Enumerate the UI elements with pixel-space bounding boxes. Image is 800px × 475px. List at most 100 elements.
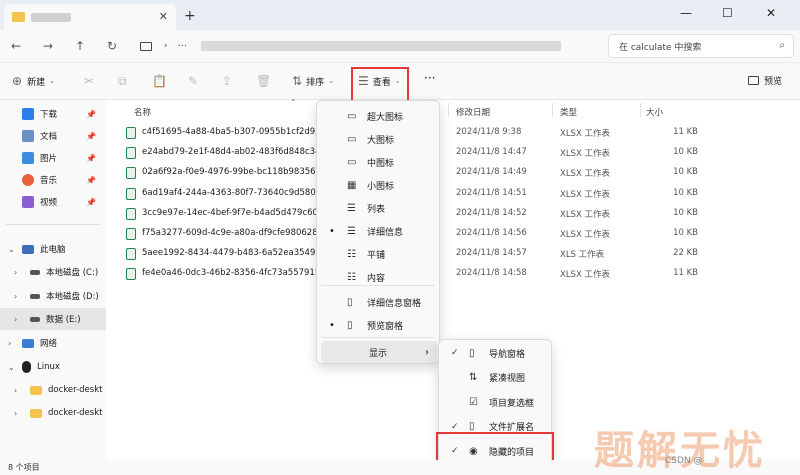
menu-item-show-0[interactable]: ✓ ▯ 导航窗格 [439,342,551,364]
sidebar-item-docker-2[interactable]: › docker-deskt [0,402,106,424]
close-window-icon[interactable]: ✕ [766,6,776,20]
folder-icon [12,12,25,22]
column-header-modified[interactable]: 修改日期 [456,106,490,118]
preview-button[interactable]: 预览 [748,74,782,87]
table-row[interactable]: 5aee1992-8434-4479-b483-6a52ea354911_ 202… [106,244,800,264]
menu-item-view-0[interactable]: ▭ 超大图标 [317,105,439,127]
sidebar-item-network[interactable]: › 网络 [0,332,106,354]
column-divider[interactable] [552,103,553,117]
chevron-right-icon[interactable]: › [14,386,17,395]
sidebar-item-videos[interactable]: 视频 📌 [0,191,106,213]
new-tab-button[interactable]: + [184,8,196,24]
sidebar-item-this-pc[interactable]: ⌄ 此电脑 [0,238,106,260]
table-row[interactable]: 02a6f92a-f0e9-4976-99be-bc118b98356e_ 202… [106,163,800,183]
sidebar-item-linux[interactable]: ⌄ Linux [0,356,106,378]
sidebar-item-music[interactable]: 音乐 📌 [0,169,106,191]
pin-icon[interactable]: 📌 [86,154,96,163]
forward-icon[interactable]: → [32,39,64,53]
rename-icon[interactable]: ✎ [188,74,198,88]
chevron-right-icon[interactable]: › [14,409,17,418]
excel-file-icon [126,268,136,281]
column-header-size[interactable]: 大小 [646,106,663,118]
table-row[interactable]: 3cc9e97e-14ec-4bef-9f7e-b4ad5d479c60_ 202… [106,204,800,224]
file-date: 2024/11/8 14:49 [456,167,527,178]
paste-icon[interactable]: 📋 [152,74,167,88]
refresh-icon[interactable]: ↻ [96,39,128,53]
table-row[interactable]: 6ad19af4-244a-4363-80f7-73640c9d580c_ 202… [106,184,800,204]
menu-item-view-2[interactable]: ▭ 中图标 [317,151,439,173]
tab-current[interactable]: ✕ [4,4,176,30]
pin-icon[interactable]: 📌 [86,176,96,185]
pin-icon[interactable]: 📌 [86,198,96,207]
pin-icon[interactable]: 📌 [86,110,96,119]
column-divider[interactable] [640,103,641,117]
preview-label: 预览 [764,77,783,87]
linux-penguin-icon [22,361,31,373]
menu-item-label: 预览窗格 [367,321,404,332]
sidebar-divider [6,224,100,225]
sidebar-item-drive-c[interactable]: › 本地磁盘 (C:) [0,261,106,283]
breadcrumb-chevron-icon: › [164,41,168,51]
maximize-icon[interactable]: ☐ [722,6,733,20]
chevron-right-icon[interactable]: › [14,315,17,324]
delete-icon[interactable]: 🗑 [256,74,271,88]
menu-item-label: 大图标 [367,135,395,146]
column-divider[interactable] [448,103,449,117]
more-options-button[interactable]: ··· [424,71,435,85]
menu-item-pane-1[interactable]: • ▯ 预览窗格 [317,314,439,336]
sidebar-item-drive-d[interactable]: › 本地磁盘 (D:) [0,285,106,307]
table-row[interactable]: f75a3277-609d-4c9e-a80a-df9cfe980628_ 202… [106,224,800,244]
menu-item-view-1[interactable]: ▭ 大图标 [317,128,439,150]
back-icon[interactable]: ← [0,39,32,53]
menu-item-view-5[interactable]: • ☰ 详细信息 [317,220,439,242]
file-date: 2024/11/8 9:38 [456,127,522,137]
up-icon[interactable]: ↑ [64,39,96,53]
cut-icon[interactable]: ✂ [84,74,94,88]
view-mode-icon: ☷ [347,248,356,260]
menu-item-show[interactable]: 显示 › [321,341,437,363]
file-size: 10 KB [673,167,698,178]
chevron-right-icon[interactable]: › [8,339,11,348]
address-field[interactable]: › ··· [140,35,600,57]
chevron-right-icon[interactable]: › [14,268,17,277]
table-row[interactable]: fe4e0a46-0dc3-46b2-8356-4fc73a557915_ 202… [106,264,800,284]
column-header-type[interactable]: 类型 [560,106,577,118]
table-row[interactable]: e24abd79-2e1f-48d4-ab02-483f6d848c34_ 202… [106,143,800,163]
menu-item-view-3[interactable]: ▦ 小图标 [317,174,439,196]
chevron-right-icon[interactable]: › [14,292,17,301]
minimize-icon[interactable]: — [680,6,692,20]
menu-item-show-2[interactable]: ☑ 项目复选框 [439,391,551,413]
menu-item-label: 导航窗格 [489,349,526,360]
music-icon [22,174,34,186]
share-icon[interactable]: ⇪ [222,74,232,88]
table-row[interactable]: c4f51695-4a88-4ba5-b307-0955b1cf2d95_ 202… [106,123,800,143]
file-date: 2024/11/8 14:52 [456,207,527,218]
search-input[interactable]: 在 calculate 中搜索 ⌕ [608,34,794,58]
sort-label: 排序 [306,77,325,88]
file-name: 6ad19af4-244a-4363-80f7-73640c9d580c_ [142,187,325,198]
chevron-down-icon[interactable]: ⌄ [8,245,15,254]
menu-item-view-6[interactable]: ☷ 平铺 [317,243,439,265]
menu-item-show-1[interactable]: ⇅ 紧凑视图 [439,367,551,389]
menu-item-pane-0[interactable]: ▯ 详细信息窗格 [317,291,439,313]
sidebar-item-downloads[interactable]: 下载 📌 [0,103,106,125]
chevron-down-icon[interactable]: ⌄ [8,363,15,372]
picture-icon [22,152,34,164]
pin-icon[interactable]: 📌 [86,132,96,141]
copy-icon[interactable]: ⧉ [118,74,127,89]
address-path-blurred [201,41,562,51]
tab-close-icon[interactable]: ✕ [159,10,168,23]
column-header-name[interactable]: 名称 [134,106,151,118]
file-size: 11 KB [673,127,698,137]
sidebar-label: 视频 [40,198,58,208]
sidebar-item-pictures[interactable]: 图片 📌 [0,147,106,169]
csdn-watermark: CSDN @ [665,456,703,466]
breadcrumb-more[interactable]: ··· [178,41,188,52]
sidebar-item-drive-e[interactable]: › 数据 (E:) [0,308,106,330]
sort-button[interactable]: ⇅ 排序 ⌄ [292,74,334,88]
selected-dot-icon: • [329,319,335,331]
sidebar-item-docker-1[interactable]: › docker-deskt [0,379,106,401]
menu-item-view-4[interactable]: ☰ 列表 [317,197,439,219]
new-button[interactable]: ⊕ 新建 ⌄ [12,74,55,88]
sidebar-item-documents[interactable]: 文档 📌 [0,125,106,147]
